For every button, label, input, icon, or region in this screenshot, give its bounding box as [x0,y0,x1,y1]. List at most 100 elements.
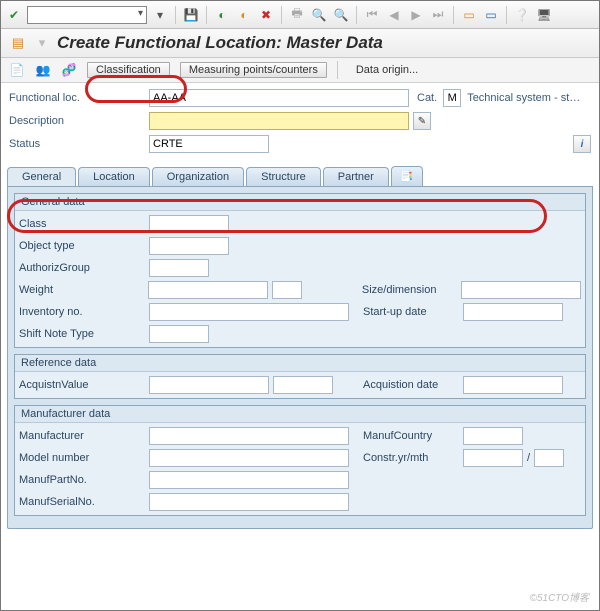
inventory-no-input[interactable] [149,303,349,321]
group-manufacturer-data: Manufacturer data Manufacturer ManufCoun… [14,405,586,516]
manuf-serial-input[interactable] [149,493,349,511]
tab-general[interactable]: General [7,167,76,186]
main-toolbar: ✔ ▾ 💾 ◐ ◐ ✖ 🖶 🔍 🔍 ⏮ ◀ ▶ ⏭ ▭ ▭ ❔ 🖥 [1,1,599,29]
slash: / [527,452,530,464]
app-icon: ▤ [9,34,27,52]
weight-unit-input[interactable] [272,281,302,299]
document-icon[interactable]: 📄 [9,62,25,78]
separator [281,6,282,24]
start-up-label: Start-up date [363,306,463,318]
manuf-serial-label: ManufSerialNo. [19,496,149,508]
class-label: Class [19,218,149,230]
title-bar: ▤ ▾ Create Functional Location: Master D… [1,29,599,58]
separator [356,6,357,24]
cancel-icon[interactable]: ✖ [257,6,275,24]
constr-month-input[interactable] [534,449,564,467]
constr-label: Constr.yr/mth [363,452,463,464]
layout-menu-icon[interactable]: 🖥 [535,6,553,24]
manuf-part-input[interactable] [149,471,349,489]
separator [206,6,207,24]
manufacturer-input[interactable] [149,427,349,445]
tab-partner[interactable]: Partner [323,167,389,186]
category-input[interactable] [443,89,461,107]
network-icon[interactable]: 🧬 [61,62,77,78]
page-title: Create Functional Location: Master Data [57,33,383,53]
manuf-part-label: ManufPartNo. [19,474,149,486]
application-toolbar: 📄 👥 🧬 Classification Measuring points/co… [1,58,599,83]
back-icon[interactable]: ◐ [213,6,231,24]
constr-year-input[interactable] [463,449,523,467]
shortcut-icon[interactable]: ▭ [482,6,500,24]
group-reference-data: Reference data AcquistnValue Acquistion … [14,354,586,399]
save-icon[interactable]: 💾 [182,6,200,24]
tabstrip: General Location Organization Structure … [1,158,599,529]
description-input[interactable] [149,112,409,130]
shift-note-label: Shift Note Type [19,328,149,340]
new-session-icon[interactable]: ▭ [460,6,478,24]
category-label: Cat. [417,92,437,104]
status-info-button[interactable]: i [573,135,591,153]
func-loc-label: Functional loc. [9,92,149,104]
find-next-icon: 🔍 [332,6,350,24]
weight-input[interactable] [148,281,268,299]
group-general-data: General data Class Object type AuthorizG… [14,193,586,348]
next-page-icon: ▶ [407,6,425,24]
measuring-points-button[interactable]: Measuring points/counters [180,62,327,78]
manufacturer-label: Manufacturer [19,430,149,442]
class-input[interactable] [149,215,229,233]
manuf-country-input[interactable] [463,427,523,445]
func-loc-input[interactable] [149,89,409,107]
first-page-icon: ⏮ [363,6,381,24]
separator [453,6,454,24]
separator [337,61,338,79]
tab-organization[interactable]: Organization [152,167,244,186]
weight-label: Weight [19,284,148,296]
category-text: Technical system - st… [467,92,580,104]
tab-location[interactable]: Location [78,167,150,186]
shift-note-input[interactable] [149,325,209,343]
status-input[interactable] [149,135,269,153]
authoriz-group-input[interactable] [149,259,209,277]
object-type-input[interactable] [149,237,229,255]
users-icon[interactable]: 👥 [35,62,51,78]
status-label: Status [9,138,149,150]
watermark: ©51CTO博客 [530,589,589,604]
group-title: Manufacturer data [15,406,585,423]
acq-date-label: Acquistion date [363,379,463,391]
group-title: Reference data [15,355,585,372]
prev-page-icon: ◀ [385,6,403,24]
tab-more-button[interactable]: 📑 [391,166,423,186]
group-title: General data [15,194,585,211]
model-number-label: Model number [19,452,149,464]
inventory-no-label: Inventory no. [19,306,149,318]
exit-icon[interactable]: ◐ [235,6,253,24]
acq-date-input[interactable] [463,376,563,394]
separator [506,6,507,24]
acq-value-label: AcquistnValue [19,379,149,391]
start-up-input[interactable] [463,303,563,321]
data-origin-button[interactable]: Data origin... [348,63,426,77]
dropdown-history-icon[interactable]: ▾ [151,6,169,24]
description-label: Description [9,115,149,127]
acq-currency-input[interactable] [273,376,333,394]
classification-button[interactable]: Classification [87,62,170,78]
menu-icon: ▾ [33,34,51,52]
header-area: Functional loc. Cat. Technical system - … [1,83,599,158]
find-icon: 🔍 [310,6,328,24]
accept-icon[interactable]: ✔ [5,6,23,24]
object-type-label: Object type [19,240,149,252]
authoriz-group-label: AuthorizGroup [19,262,149,274]
tab-structure[interactable]: Structure [246,167,321,186]
model-number-input[interactable] [149,449,349,467]
help-icon[interactable]: ❔ [513,6,531,24]
separator [175,6,176,24]
last-page-icon: ⏭ [429,6,447,24]
size-dim-label: Size/dimension [362,284,461,296]
manuf-country-label: ManufCountry [363,430,463,442]
tab-body: General data Class Object type AuthorizG… [7,186,593,529]
long-text-button[interactable]: ✎ [413,112,431,130]
acq-value-input[interactable] [149,376,269,394]
command-field[interactable] [27,6,147,24]
print-icon: 🖶 [288,6,306,24]
size-dim-input[interactable] [461,281,581,299]
